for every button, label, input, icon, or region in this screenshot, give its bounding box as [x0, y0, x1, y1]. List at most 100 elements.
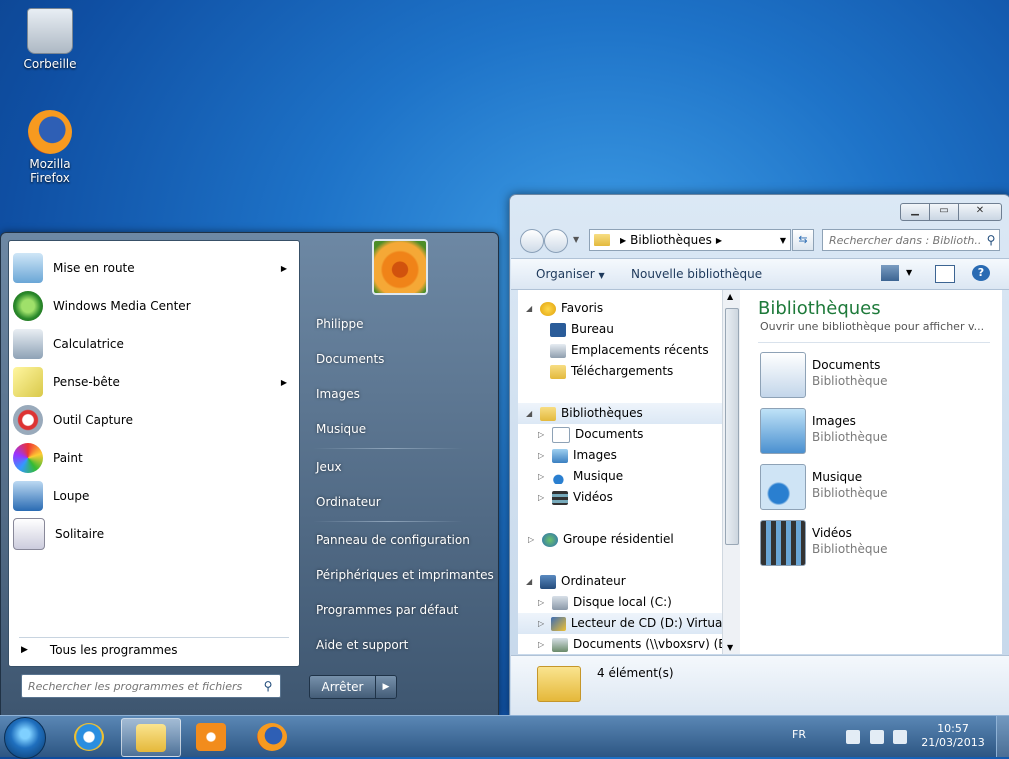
- start-link-games[interactable]: Jeux: [311, 452, 496, 482]
- music-note-icon: [552, 469, 568, 484]
- preview-pane-icon[interactable]: [935, 265, 955, 283]
- taskbar-explorer[interactable]: [121, 718, 181, 757]
- program-media-center[interactable]: Windows Media Center: [13, 289, 295, 323]
- start-link-user[interactable]: Philippe: [311, 309, 496, 339]
- action-center-flag-icon[interactable]: [846, 730, 860, 744]
- nav-recent-places[interactable]: Emplacements récents: [550, 340, 709, 361]
- library-item-music[interactable]: Musique Bibliothèque: [760, 464, 990, 514]
- expand-arrow-icon[interactable]: ▷: [538, 424, 548, 445]
- expand-arrow-icon[interactable]: ▷: [528, 529, 538, 550]
- explorer-search-box[interactable]: ⚲: [822, 229, 1000, 251]
- help-icon[interactable]: ?: [972, 265, 990, 281]
- refresh-button[interactable]: ⇆: [792, 229, 814, 251]
- program-magnifier[interactable]: Loupe: [13, 479, 295, 513]
- chevron-right-icon[interactable]: ▶: [716, 236, 722, 245]
- minimize-button[interactable]: ▁: [900, 203, 930, 221]
- all-programs-button[interactable]: ▶ Tous les programmes: [19, 637, 289, 662]
- program-solitaire[interactable]: Solitaire: [13, 517, 295, 551]
- nav-library-music[interactable]: ▷ Musique: [538, 466, 623, 487]
- paint-icon: [13, 443, 43, 473]
- back-button[interactable]: [520, 229, 544, 253]
- library-item-images[interactable]: Images Bibliothèque: [760, 408, 990, 458]
- program-getting-started[interactable]: Mise en route ▶: [13, 251, 295, 285]
- nav-drive-e[interactable]: ▷ Documents (\\vboxsrv) (E:): [538, 634, 728, 654]
- taskbar-internet-explorer[interactable]: [60, 718, 118, 755]
- taskbar-media-player[interactable]: [182, 718, 240, 755]
- start-link-default-programs[interactable]: Programmes par défaut: [311, 595, 496, 625]
- shutdown-button[interactable]: Arrêter: [310, 676, 375, 698]
- taskbar-firefox[interactable]: [243, 718, 301, 755]
- chevron-right-icon: ▶: [620, 235, 627, 245]
- firefox-icon: [28, 110, 72, 154]
- maximize-button[interactable]: ▭: [929, 203, 959, 221]
- nav-library-videos[interactable]: ▷ Vidéos: [538, 487, 613, 508]
- expand-arrow-icon[interactable]: ▷: [538, 487, 548, 508]
- nav-drive-d[interactable]: ▷ Lecteur de CD (D:) VirtualBox: [518, 613, 728, 634]
- show-desktop-button[interactable]: [996, 716, 1009, 757]
- collapse-arrow-icon[interactable]: ◢: [526, 571, 536, 592]
- start-button[interactable]: [4, 717, 46, 759]
- start-link-images[interactable]: Images: [311, 379, 496, 409]
- expand-arrow-icon[interactable]: ▷: [538, 613, 547, 634]
- desktop-icon-firefox[interactable]: Mozilla Firefox: [10, 110, 90, 185]
- address-bar[interactable]: ▶ Bibliothèques ▶ ▼: [589, 229, 791, 251]
- shutdown-options-arrow-icon[interactable]: ▶: [375, 676, 396, 698]
- library-item-videos[interactable]: Vidéos Bibliothèque: [760, 520, 990, 570]
- collapse-arrow-icon[interactable]: ◢: [526, 298, 536, 319]
- libraries-folder-icon: [537, 666, 581, 702]
- nav-library-images[interactable]: ▷ Images: [538, 445, 617, 466]
- nav-homegroup[interactable]: ▷ Groupe résidentiel: [528, 529, 674, 550]
- new-library-button[interactable]: Nouvelle bibliothèque: [631, 267, 762, 281]
- nav-downloads[interactable]: Téléchargements: [550, 361, 673, 382]
- start-link-help[interactable]: Aide et support: [311, 630, 496, 660]
- program-snipping-tool[interactable]: Outil Capture: [13, 403, 295, 437]
- library-item-documents[interactable]: Documents Bibliothèque: [760, 352, 990, 402]
- user-avatar[interactable]: [372, 239, 428, 295]
- submenu-arrow-icon: ▶: [280, 377, 287, 387]
- expand-arrow-icon[interactable]: ▷: [538, 466, 548, 487]
- address-dropdown-icon[interactable]: ▼: [780, 236, 786, 245]
- nav-drive-c[interactable]: ▷ Disque local (C:): [538, 592, 672, 613]
- nav-pane-scrollbar[interactable]: ▲ ▼: [722, 290, 740, 654]
- search-icon[interactable]: ⚲: [260, 679, 276, 693]
- libraries-folder-icon: [594, 234, 610, 246]
- explorer-search-input[interactable]: [823, 232, 983, 248]
- start-link-control-panel[interactable]: Panneau de configuration: [311, 525, 496, 555]
- nav-library-documents[interactable]: ▷ Documents: [538, 424, 643, 445]
- program-sticky-notes[interactable]: Pense-bête ▶: [13, 365, 295, 399]
- search-icon[interactable]: ⚲: [983, 233, 999, 247]
- scrollbar-thumb[interactable]: [725, 308, 739, 545]
- recent-pages-arrow-icon[interactable]: ▼: [573, 235, 579, 244]
- start-link-music[interactable]: Musique: [311, 414, 496, 444]
- program-calculator[interactable]: Calculatrice: [13, 327, 295, 361]
- network-icon[interactable]: [870, 730, 884, 744]
- submenu-arrow-icon: ▶: [280, 263, 287, 273]
- address-crumb[interactable]: Bibliothèques: [630, 233, 712, 247]
- organize-button[interactable]: Organiser ▼: [536, 267, 605, 281]
- start-search-box[interactable]: ⚲: [21, 674, 281, 698]
- scroll-down-icon[interactable]: ▼: [727, 643, 733, 652]
- expand-arrow-icon[interactable]: ▷: [538, 634, 548, 654]
- start-link-devices-printers[interactable]: Périphériques et imprimantes: [311, 560, 496, 590]
- nav-desktop[interactable]: Bureau: [550, 319, 614, 340]
- language-indicator[interactable]: FR: [792, 728, 806, 741]
- nav-libraries[interactable]: ◢ Bibliothèques: [518, 403, 728, 424]
- dropdown-arrow-icon[interactable]: ▼: [906, 268, 912, 277]
- scroll-up-icon[interactable]: ▲: [727, 292, 733, 301]
- forward-button[interactable]: [544, 229, 568, 253]
- expand-arrow-icon[interactable]: ▷: [538, 592, 548, 613]
- system-clock[interactable]: 10:57 21/03/2013: [918, 722, 988, 750]
- start-link-computer[interactable]: Ordinateur: [311, 487, 496, 517]
- volume-icon[interactable]: [893, 730, 907, 744]
- start-link-documents[interactable]: Documents: [311, 344, 496, 374]
- desktop-icon-recycle-bin[interactable]: Corbeille: [10, 8, 90, 71]
- collapse-arrow-icon[interactable]: ◢: [526, 403, 536, 424]
- nav-favorites[interactable]: ◢ Favoris: [526, 298, 603, 319]
- nav-computer[interactable]: ◢ Ordinateur: [526, 571, 626, 592]
- start-search-input[interactable]: [22, 678, 260, 694]
- program-paint[interactable]: Paint: [13, 441, 295, 475]
- close-button[interactable]: ✕: [958, 203, 1002, 221]
- getting-started-icon: [13, 253, 43, 283]
- expand-arrow-icon[interactable]: ▷: [538, 445, 548, 466]
- view-options-icon[interactable]: [881, 265, 899, 281]
